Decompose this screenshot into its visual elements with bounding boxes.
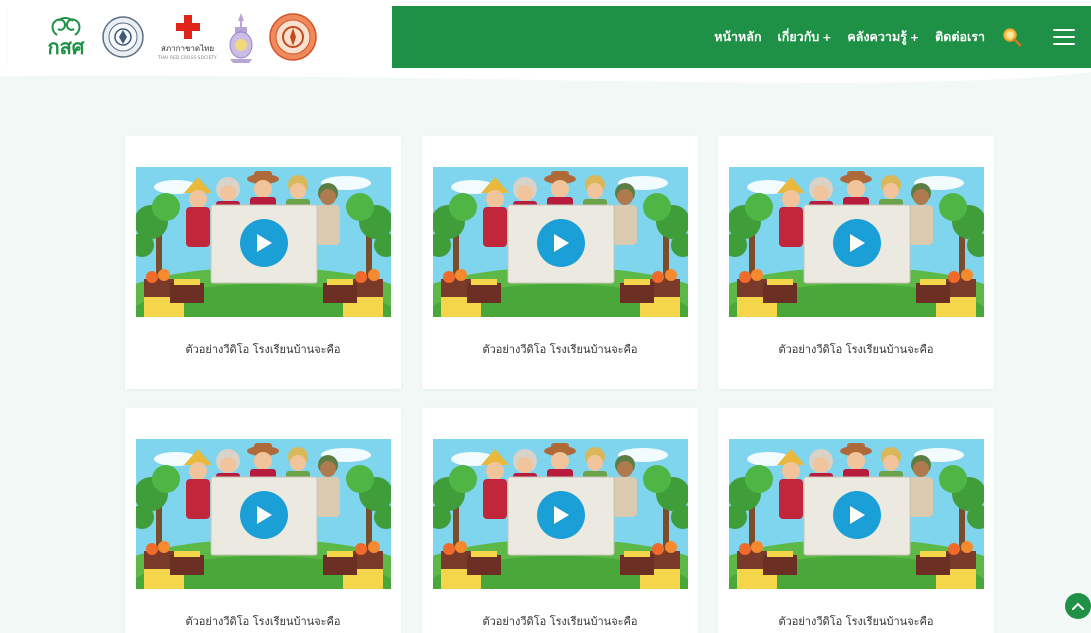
hamburger-menu-icon-line [1053, 29, 1075, 31]
nav-about[interactable]: เกี่ยวกับ + [778, 27, 832, 47]
hamburger-menu-button[interactable] [1053, 29, 1075, 45]
video-card[interactable]: ตัวอย่างวีดิโอ โรงเรียนบ้านจะคือ [718, 408, 994, 633]
play-icon [554, 234, 569, 252]
video-card[interactable]: ตัวอย่างวีดิโอ โรงเรียนบ้านจะคือ [422, 136, 698, 389]
play-icon [850, 234, 865, 252]
ministry-seal-logo[interactable] [269, 13, 317, 61]
video-gallery-section: ตัวอย่างวีดิโอ โรงเรียนบ้านจะคือ ตัวอย่า… [0, 68, 1091, 633]
video-title[interactable]: ตัวอย่างวีดิโอ โรงเรียนบ้านจะคือ [422, 340, 698, 358]
redcross-logo[interactable]: สภากาชาดไทย THAI RED CROSS SOCIETY [158, 14, 217, 60]
video-title[interactable]: ตัวอย่างวีดิโอ โรงเรียนบ้านจะคือ [125, 340, 401, 358]
red-cross-icon [175, 15, 200, 39]
video-thumbnail[interactable] [136, 439, 391, 589]
video-title[interactable]: ตัวอย่างวีดิโอ โรงเรียนบ้านจะคือ [422, 612, 698, 630]
play-icon [554, 506, 569, 524]
video-title[interactable]: ตัวอย่างวีดิโอ โรงเรียนบ้านจะคือ [718, 612, 994, 630]
hamburger-menu-icon-line [1053, 36, 1075, 38]
video-thumbnail[interactable] [433, 167, 688, 317]
video-card[interactable]: ตัวอย่างวีดิโอ โรงเรียนบ้านจะคือ [718, 136, 994, 389]
ministry-seal-icon [269, 13, 317, 61]
brand-logo[interactable]: กสศ [40, 17, 92, 57]
redcross-subtitle: THAI RED CROSS SOCIETY [158, 55, 218, 60]
nav-contact-label: ติดต่อเรา [935, 29, 985, 44]
video-thumbnail[interactable] [433, 439, 688, 589]
nav-home[interactable]: หน้าหลัก [714, 27, 761, 47]
submenu-plus-icon: + [822, 31, 832, 44]
nav-knowledge[interactable]: คลังความรู้ + [847, 27, 919, 47]
header-wave-decoration [0, 68, 1091, 83]
video-title[interactable]: ตัวอย่างวีดิโอ โรงเรียนบ้านจะคือ [125, 612, 401, 630]
chevron-up-icon [1072, 602, 1084, 610]
search-icon [1003, 28, 1022, 47]
video-card[interactable]: ตัวอย่างวีดิโอ โรงเรียนบ้านจะคือ [125, 136, 401, 389]
royal-seal-icon [102, 16, 144, 58]
royal-emblem-logo[interactable] [227, 11, 255, 63]
video-thumbnail[interactable] [136, 167, 391, 317]
redcross-name: สภากาชาดไทย [160, 44, 215, 53]
nav-knowledge-label: คลังความรู้ [847, 29, 907, 44]
video-thumbnail[interactable] [729, 167, 984, 317]
play-button[interactable] [537, 219, 585, 267]
play-icon [257, 506, 272, 524]
play-button[interactable] [240, 219, 288, 267]
video-card[interactable]: ตัวอย่างวีดิโอ โรงเรียนบ้านจะคือ [125, 408, 401, 633]
play-icon [257, 234, 272, 252]
submenu-plus-icon: + [909, 31, 920, 44]
play-button[interactable] [833, 219, 881, 267]
play-icon [850, 506, 865, 524]
brand-logo-text: กสศ [47, 35, 85, 59]
site-header: กสศ สภากาชาดไทย THAI RED CROSS SOCIETY ห… [8, 6, 1091, 68]
nav-contact[interactable]: ติดต่อเรา [935, 27, 985, 47]
brand-leaf-icon [51, 17, 81, 36]
nav-home-label: หน้าหลัก [714, 29, 762, 44]
play-button[interactable] [537, 491, 585, 539]
search-button[interactable] [1001, 26, 1023, 48]
logo-bar: กสศ สภากาชาดไทย THAI RED CROSS SOCIETY [8, 6, 392, 68]
main-navigation: หน้าหลัก เกี่ยวกับ + คลังความรู้ + ติดต่อเ… [392, 6, 1091, 68]
play-button[interactable] [833, 491, 881, 539]
video-title[interactable]: ตัวอย่างวีดิโอ โรงเรียนบ้านจะคือ [718, 340, 994, 358]
play-button[interactable] [240, 491, 288, 539]
royal-emblem-icon [229, 13, 253, 63]
royal-seal-logo[interactable] [102, 16, 144, 58]
video-card[interactable]: ตัวอย่างวีดิโอ โรงเรียนบ้านจะคือ [422, 408, 698, 633]
nav-about-label: เกี่ยวกับ [777, 29, 820, 44]
scroll-to-top-button[interactable] [1065, 593, 1091, 619]
video-thumbnail[interactable] [729, 439, 984, 589]
hamburger-menu-icon-line [1053, 43, 1075, 45]
